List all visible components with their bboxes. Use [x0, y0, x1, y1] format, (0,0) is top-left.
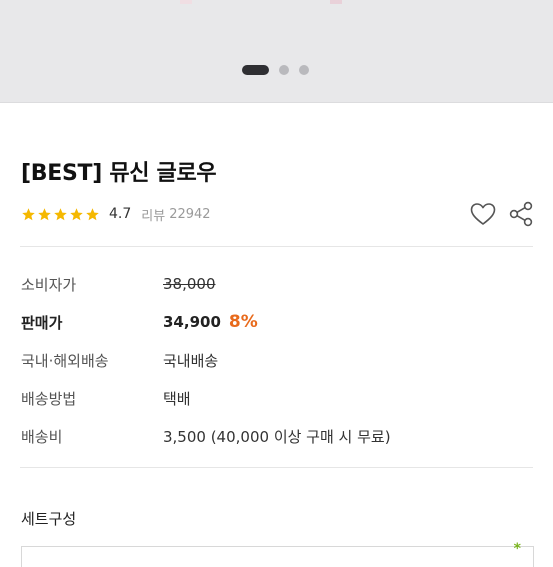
info-row-shipping-fee: 배송비 3,500 (40,000 이상 구매 시 무료) [21, 425, 391, 447]
sale-price: 34,900 [163, 313, 221, 331]
retail-price: 38,000 [163, 275, 216, 293]
star-icon [38, 207, 51, 220]
info-label: 국내·해외배송 [21, 351, 109, 370]
rating-score: 4.7 [109, 206, 132, 222]
rating-stars [21, 207, 101, 222]
shipping-region: 국내배송 [163, 351, 219, 370]
carousel-dot-1[interactable] [242, 65, 269, 75]
share-icon [509, 201, 533, 227]
carousel-dot-2[interactable] [279, 65, 289, 75]
discount-rate: 8% [228, 312, 258, 332]
shipping-method: 택배 [163, 389, 191, 408]
shipping-fee: 3,500 (40,000 이상 구매 시 무료) [163, 427, 391, 446]
share-button[interactable] [507, 200, 535, 228]
info-row-shipping-method: 배송방법 택배 [21, 387, 191, 409]
set-composition-title: 세트구성 [21, 510, 77, 528]
star-icon [86, 207, 99, 220]
info-label: 판매가 [21, 313, 63, 332]
info-row-retail-price: 소비자가 38,000 [21, 273, 216, 295]
set-option-select[interactable]: * [21, 541, 534, 567]
info-label: 배송비 [21, 427, 63, 446]
info-row-shipping-region: 국내·해외배송 국내배송 [21, 349, 218, 371]
product-image-edge [120, 0, 420, 4]
carousel-indicator [242, 65, 319, 75]
product-image-carousel[interactable] [0, 0, 553, 103]
section-divider [20, 246, 533, 247]
required-mark: * [513, 541, 521, 557]
wishlist-button[interactable] [469, 200, 497, 228]
star-icon [70, 207, 83, 220]
info-label: 배송방법 [21, 389, 77, 408]
heart-icon [470, 203, 496, 225]
info-label: 소비자가 [21, 275, 77, 294]
product-title: [BEST] 뮤신 글로우 [21, 161, 217, 186]
review-count: 22942 [169, 206, 211, 222]
section-divider [20, 467, 533, 468]
info-row-sale-price: 판매가 34,900 8% [21, 311, 258, 333]
product-rating[interactable]: 4.7 리뷰 22942 [21, 205, 211, 224]
star-icon [54, 207, 67, 220]
carousel-dot-3[interactable] [299, 65, 309, 75]
review-label: 리뷰 [141, 208, 166, 224]
star-icon [22, 207, 35, 220]
